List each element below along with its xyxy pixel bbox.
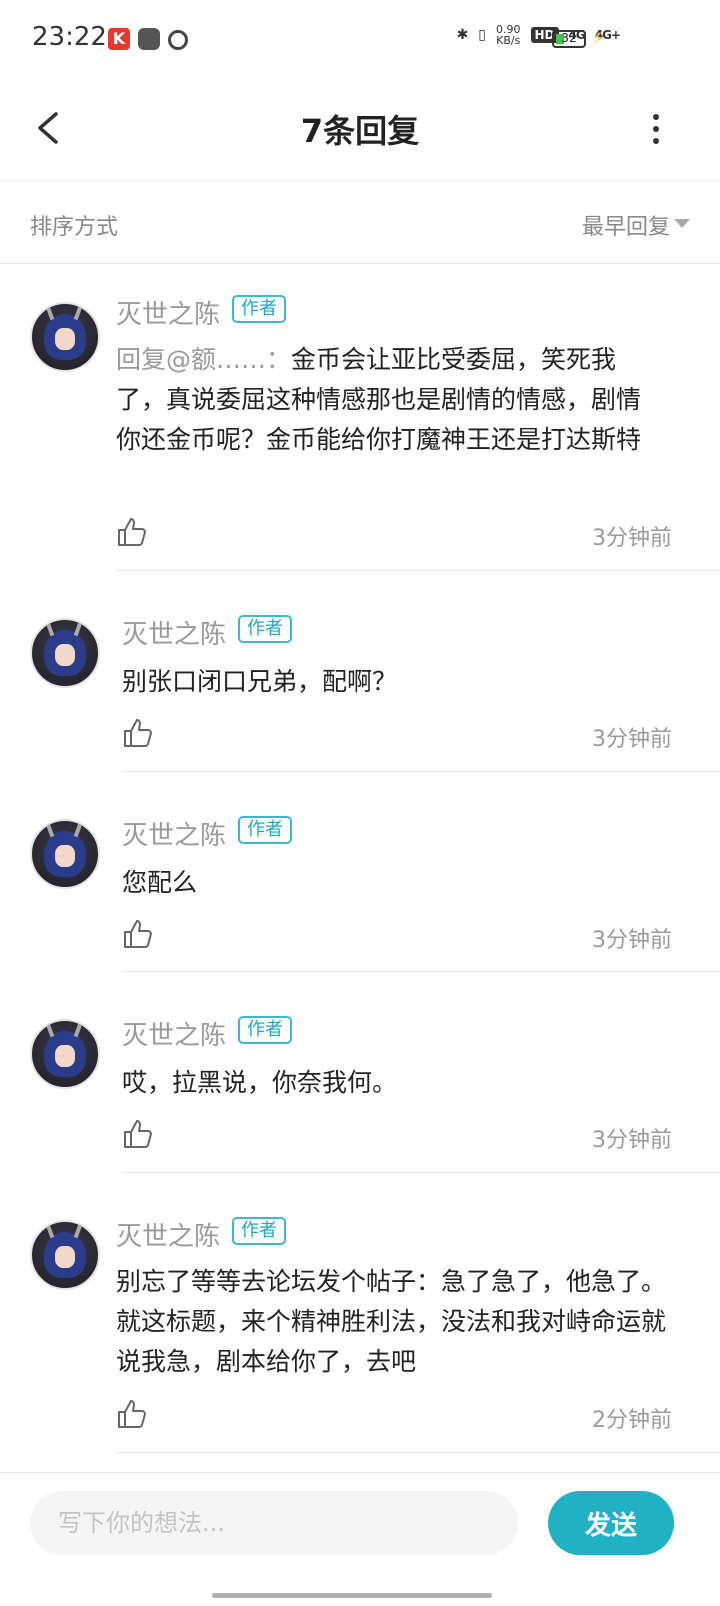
reply-input[interactable] — [30, 1491, 518, 1555]
thumbs-up-icon[interactable] — [122, 717, 154, 749]
username[interactable]: 灭世之陈 — [122, 614, 226, 651]
timestamp: 3分钟前 — [592, 1128, 672, 1153]
username[interactable]: 灭世之陈 — [122, 1015, 226, 1052]
username[interactable]: 灭世之陈 — [116, 1216, 220, 1253]
divider — [116, 1452, 720, 1453]
avatar[interactable] — [30, 618, 100, 688]
divider — [122, 971, 720, 972]
username[interactable]: 灭世之陈 — [122, 815, 226, 852]
comment-list: 灭世之陈 作者 回复@额……：金币会让亚比受委屈，笑死我了，真说委屈这种情感那也… — [0, 264, 720, 1454]
divider — [122, 1172, 720, 1173]
status-time: 23:22 — [32, 22, 107, 52]
comment-text: 别张口闭口兄弟，配啊？ — [122, 667, 398, 696]
bluetooth-icon: ✱ — [456, 27, 469, 43]
reply-bar: 发送 — [0, 1472, 720, 1606]
page-title: 7条回复 — [300, 112, 420, 150]
sort-dropdown[interactable]: 最早回复 — [582, 209, 670, 241]
comment-text: 哎，拉黑说，你奈我何。 — [122, 1068, 398, 1097]
author-badge: 作者 — [238, 1016, 292, 1044]
reply-mention[interactable]: 回复@额……： — [116, 345, 291, 374]
avatar[interactable] — [30, 1220, 100, 1290]
timestamp: 3分钟前 — [592, 526, 672, 551]
network-speed: 0.90 KB/s — [496, 24, 521, 46]
timestamp: 2分钟前 — [592, 1408, 672, 1433]
author-badge: 作者 — [232, 295, 286, 323]
comment-item: 灭世之陈 作者 哎，拉黑说，你奈我何。 3分钟前 — [0, 973, 720, 1174]
sort-label: 排序方式 — [30, 215, 119, 240]
more-options-icon[interactable] — [646, 108, 666, 148]
home-indicator[interactable] — [212, 1593, 492, 1598]
thumbs-up-icon[interactable] — [122, 1118, 154, 1150]
top-bar: 7条回复 — [0, 80, 720, 181]
comment-text: 您配么 — [122, 868, 198, 897]
username[interactable]: 灭世之陈 — [116, 294, 220, 331]
comment-item: 灭世之陈 作者 回复@额……：金币会让亚比受委屈，笑死我了，真说委屈这种情感那也… — [0, 264, 720, 572]
sort-bar: 排序方式 最早回复 — [0, 181, 720, 264]
avatar[interactable] — [30, 1019, 100, 1089]
avatar[interactable] — [30, 302, 100, 372]
bot-app-icon — [138, 28, 160, 50]
send-button[interactable]: 发送 — [548, 1491, 674, 1555]
divider — [116, 570, 720, 571]
caret-down-icon[interactable] — [674, 219, 690, 228]
kuaishou-app-icon: K — [108, 28, 130, 50]
charging-icon: ⚡ — [592, 28, 605, 49]
author-badge: 作者 — [232, 1217, 286, 1245]
timestamp: 3分钟前 — [592, 727, 672, 752]
comment-item: 灭世之陈 作者 您配么 3分钟前 — [0, 773, 720, 973]
divider — [122, 771, 720, 772]
avatar[interactable] — [30, 819, 100, 889]
timestamp: 3分钟前 — [592, 928, 672, 953]
author-badge: 作者 — [238, 615, 292, 643]
comment-item: 灭世之陈 作者 别张口闭口兄弟，配啊？ 3分钟前 — [0, 572, 720, 773]
battery-icon: 32 — [552, 30, 586, 48]
network-speed-unit: KB/s — [496, 34, 521, 47]
thumbs-up-icon[interactable] — [116, 516, 148, 548]
weibo-app-icon — [168, 30, 188, 50]
thumbs-up-icon[interactable] — [116, 1398, 148, 1430]
status-bar: 23:22 K ✱ ▯ 0.90 KB/s HD 4G 4G+ 32 ⚡ — [0, 0, 720, 80]
author-badge: 作者 — [238, 816, 292, 844]
vibrate-icon: ▯ — [478, 27, 487, 43]
comment-item: 灭世之陈 作者 别忘了等等去论坛发个帖子：急了急了，他急了。就这标题，来个精神胜… — [0, 1174, 720, 1454]
comment-text: 回复@额……：金币会让亚比受委屈，笑死我了，真说委屈这种情感那也是剧情的情感，剧… — [116, 340, 664, 460]
battery-level: 32 — [561, 31, 577, 45]
thumbs-up-icon[interactable] — [122, 918, 154, 950]
comment-text: 别忘了等等去论坛发个帖子：急了急了，他急了。就这标题，来个精神胜利法，没法和我对… — [116, 1267, 667, 1376]
